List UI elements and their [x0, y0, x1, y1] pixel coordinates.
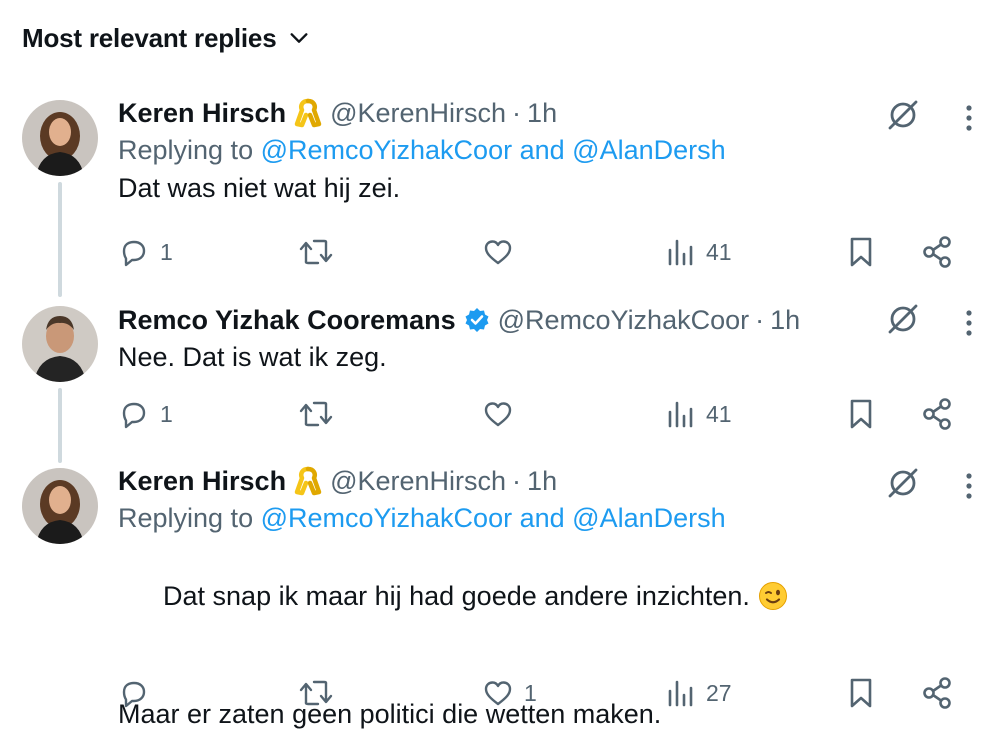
replying-to-prefix: Replying to: [118, 503, 261, 533]
more-options-icon[interactable]: [964, 308, 974, 343]
reply-count: 1: [160, 400, 173, 427]
reply-count: 1: [160, 238, 173, 265]
tweet-actions: 1 27: [118, 673, 970, 713]
share-button[interactable]: [920, 673, 954, 713]
reply-icon: [122, 402, 146, 429]
heart-icon: [484, 402, 512, 427]
tweet-text: Dat was niet wat hij zei.: [118, 173, 401, 203]
timestamp[interactable]: 1h: [527, 466, 557, 497]
replying-to: Replying to @RemcoYizhakCoor and @AlanDe…: [118, 131, 980, 169]
more-options-icon[interactable]: [964, 103, 974, 138]
separator-dot: ·: [512, 97, 522, 128]
tweet-header: Keren Hirsch @KerenHirsch · 1h: [118, 463, 980, 499]
retweet-icon: [299, 401, 333, 427]
reply-button[interactable]: [118, 673, 160, 713]
display-name[interactable]: Remco Yizhak Cooremans: [118, 305, 456, 336]
bookmark-button[interactable]: [846, 673, 876, 713]
views-button[interactable]: 27: [666, 673, 732, 713]
views-icon: [668, 239, 693, 266]
retweet-icon: [299, 239, 333, 265]
reply-tweet[interactable]: Keren Hirsch @KerenHirsch · 1h Replying …: [0, 95, 1000, 297]
timestamp[interactable]: 1h: [770, 305, 800, 336]
mention-link[interactable]: @RemcoYizhakCoor: [261, 135, 513, 165]
like-button[interactable]: [482, 394, 524, 434]
views-count: 41: [706, 400, 732, 427]
tweet-header: Keren Hirsch @KerenHirsch · 1h: [118, 95, 980, 131]
avatar[interactable]: [22, 100, 98, 176]
views-count: 41: [706, 238, 732, 265]
reply-button[interactable]: 1: [118, 232, 173, 272]
views-button[interactable]: 41: [666, 394, 732, 434]
bookmark-icon: [850, 237, 872, 267]
tweet-text: Dat snap ik maar hij had goede andere in…: [118, 539, 980, 659]
reply-tweet[interactable]: Keren Hirsch @KerenHirsch · 1h Replying …: [0, 463, 1000, 729]
more-options-icon[interactable]: [964, 471, 974, 506]
grok-icon[interactable]: [886, 466, 920, 505]
retweet-button[interactable]: [298, 673, 344, 713]
tweet-actions: 1 41: [118, 232, 970, 272]
user-handle[interactable]: @RemcoYizhakCoor: [498, 305, 750, 336]
reply-button[interactable]: 1: [118, 394, 173, 434]
timestamp[interactable]: 1h: [527, 98, 557, 129]
views-count: 27: [706, 679, 732, 706]
tweet-text: Nee. Dat is wat ik zeg.: [118, 342, 387, 372]
bookmark-button[interactable]: [846, 394, 876, 434]
views-icon: [668, 401, 693, 428]
share-button[interactable]: [920, 232, 954, 272]
views-icon: [668, 680, 693, 707]
yellow-ribbon-icon: [294, 98, 322, 128]
chevron-down-icon: [288, 27, 310, 49]
share-icon: [923, 398, 951, 430]
reply-icon: [122, 240, 146, 267]
winking-face-icon: [758, 581, 788, 621]
and-connector[interactable]: and: [512, 503, 572, 533]
user-handle[interactable]: @KerenHirsch: [330, 466, 506, 497]
replying-to-prefix: Replying to: [118, 135, 261, 165]
thread-line: [58, 182, 62, 297]
yellow-ribbon-icon: [294, 466, 322, 496]
bookmark-icon: [850, 399, 872, 429]
and-connector[interactable]: and: [512, 135, 572, 165]
retweet-icon: [299, 680, 333, 706]
separator-dot: ·: [512, 465, 522, 496]
sort-label: Most relevant replies: [22, 22, 277, 53]
share-icon: [923, 677, 951, 709]
share-button[interactable]: [920, 394, 954, 434]
grok-icon[interactable]: [886, 302, 920, 341]
avatar[interactable]: [22, 306, 98, 382]
heart-icon: [484, 681, 512, 706]
grok-icon[interactable]: [886, 98, 920, 137]
tweet-text-line: Dat snap ik maar hij had goede andere in…: [163, 581, 750, 611]
display-name[interactable]: Keren Hirsch: [118, 98, 286, 129]
replying-to: Replying to @RemcoYizhakCoor and @AlanDe…: [118, 499, 980, 537]
like-button[interactable]: [482, 232, 524, 272]
display-name[interactable]: Keren Hirsch: [118, 466, 286, 497]
reply-tweet[interactable]: Remco Yizhak Cooremans @RemcoYizhakCoor …: [0, 300, 1000, 463]
thread-line: [58, 388, 62, 463]
heart-icon: [484, 240, 512, 265]
avatar[interactable]: [22, 468, 98, 544]
reply-icon: [122, 681, 146, 708]
bookmark-button[interactable]: [846, 232, 876, 272]
sort-dropdown[interactable]: Most relevant replies: [22, 18, 310, 58]
tweet-actions: 1 41: [118, 394, 970, 434]
mention-link[interactable]: @AlanDersh: [572, 503, 725, 533]
mention-link[interactable]: @RemcoYizhakCoor: [261, 503, 513, 533]
tweet-header: Remco Yizhak Cooremans @RemcoYizhakCoor …: [118, 302, 980, 338]
bookmark-icon: [850, 678, 872, 708]
separator-dot: ·: [755, 304, 765, 335]
verified-badge-icon: [464, 307, 490, 333]
retweet-button[interactable]: [298, 232, 344, 272]
like-count: 1: [524, 679, 537, 706]
share-icon: [923, 236, 951, 268]
like-button[interactable]: 1: [482, 673, 537, 713]
retweet-button[interactable]: [298, 394, 344, 434]
user-handle[interactable]: @KerenHirsch: [330, 98, 506, 129]
views-button[interactable]: 41: [666, 232, 732, 272]
mention-link[interactable]: @AlanDersh: [572, 135, 725, 165]
